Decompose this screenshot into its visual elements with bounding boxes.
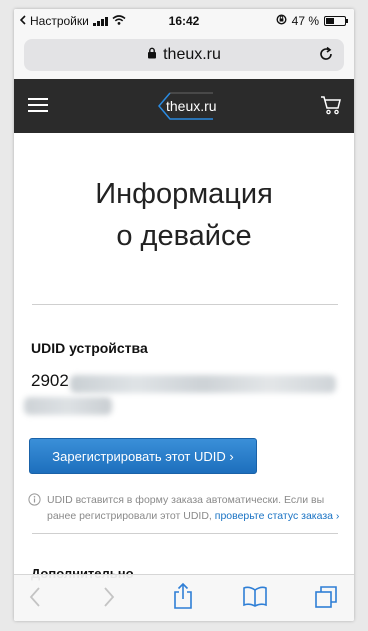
address-bar[interactable]: theux.ru (24, 39, 344, 71)
battery-icon (324, 16, 348, 26)
divider (32, 533, 338, 534)
browser-address-area: theux.ru (14, 33, 354, 79)
forward-icon[interactable] (102, 585, 116, 614)
tabs-icon[interactable] (314, 585, 338, 614)
back-icon[interactable] (28, 585, 42, 614)
page-title-line1: Информация (95, 178, 273, 210)
lock-icon (147, 46, 157, 64)
site-logo[interactable]: theux.ru (156, 91, 217, 121)
check-order-status-link[interactable]: проверьте статус заказа › (215, 510, 340, 522)
reload-icon[interactable] (318, 46, 334, 67)
browser-toolbar (14, 574, 354, 621)
udid-redacted-blur-line2 (24, 397, 112, 415)
page-title-line2: о девайсе (116, 220, 252, 252)
udid-label: UDID устройства (31, 340, 148, 356)
udid-value: 2902 (31, 371, 69, 390)
status-bar: Настройки 16:42 47 % (14, 9, 354, 33)
url-text: theux.ru (163, 46, 221, 63)
info-icon (28, 493, 41, 511)
divider (32, 304, 338, 305)
phone-screen: Настройки 16:42 47 % theux.ru theux.ru И… (14, 9, 354, 621)
share-icon[interactable] (172, 582, 194, 615)
page-title: Информация о девайсе (14, 173, 354, 257)
battery-fill (326, 18, 334, 24)
menu-icon[interactable] (28, 98, 48, 114)
cart-icon[interactable] (320, 95, 342, 120)
udid-redacted-blur (70, 375, 336, 393)
info-text: UDID вставится в форму заказа автоматиче… (47, 492, 343, 524)
bookmarks-icon[interactable] (242, 585, 268, 614)
logo-text: theux.ru (166, 98, 217, 114)
battery-percent: 47 % (291, 14, 319, 28)
register-udid-button[interactable]: Зарегистрировать этот UDID › (29, 438, 257, 474)
orientation-lock-icon (276, 14, 287, 28)
status-right: 47 % (276, 14, 348, 28)
site-header: theux.ru (14, 79, 354, 133)
